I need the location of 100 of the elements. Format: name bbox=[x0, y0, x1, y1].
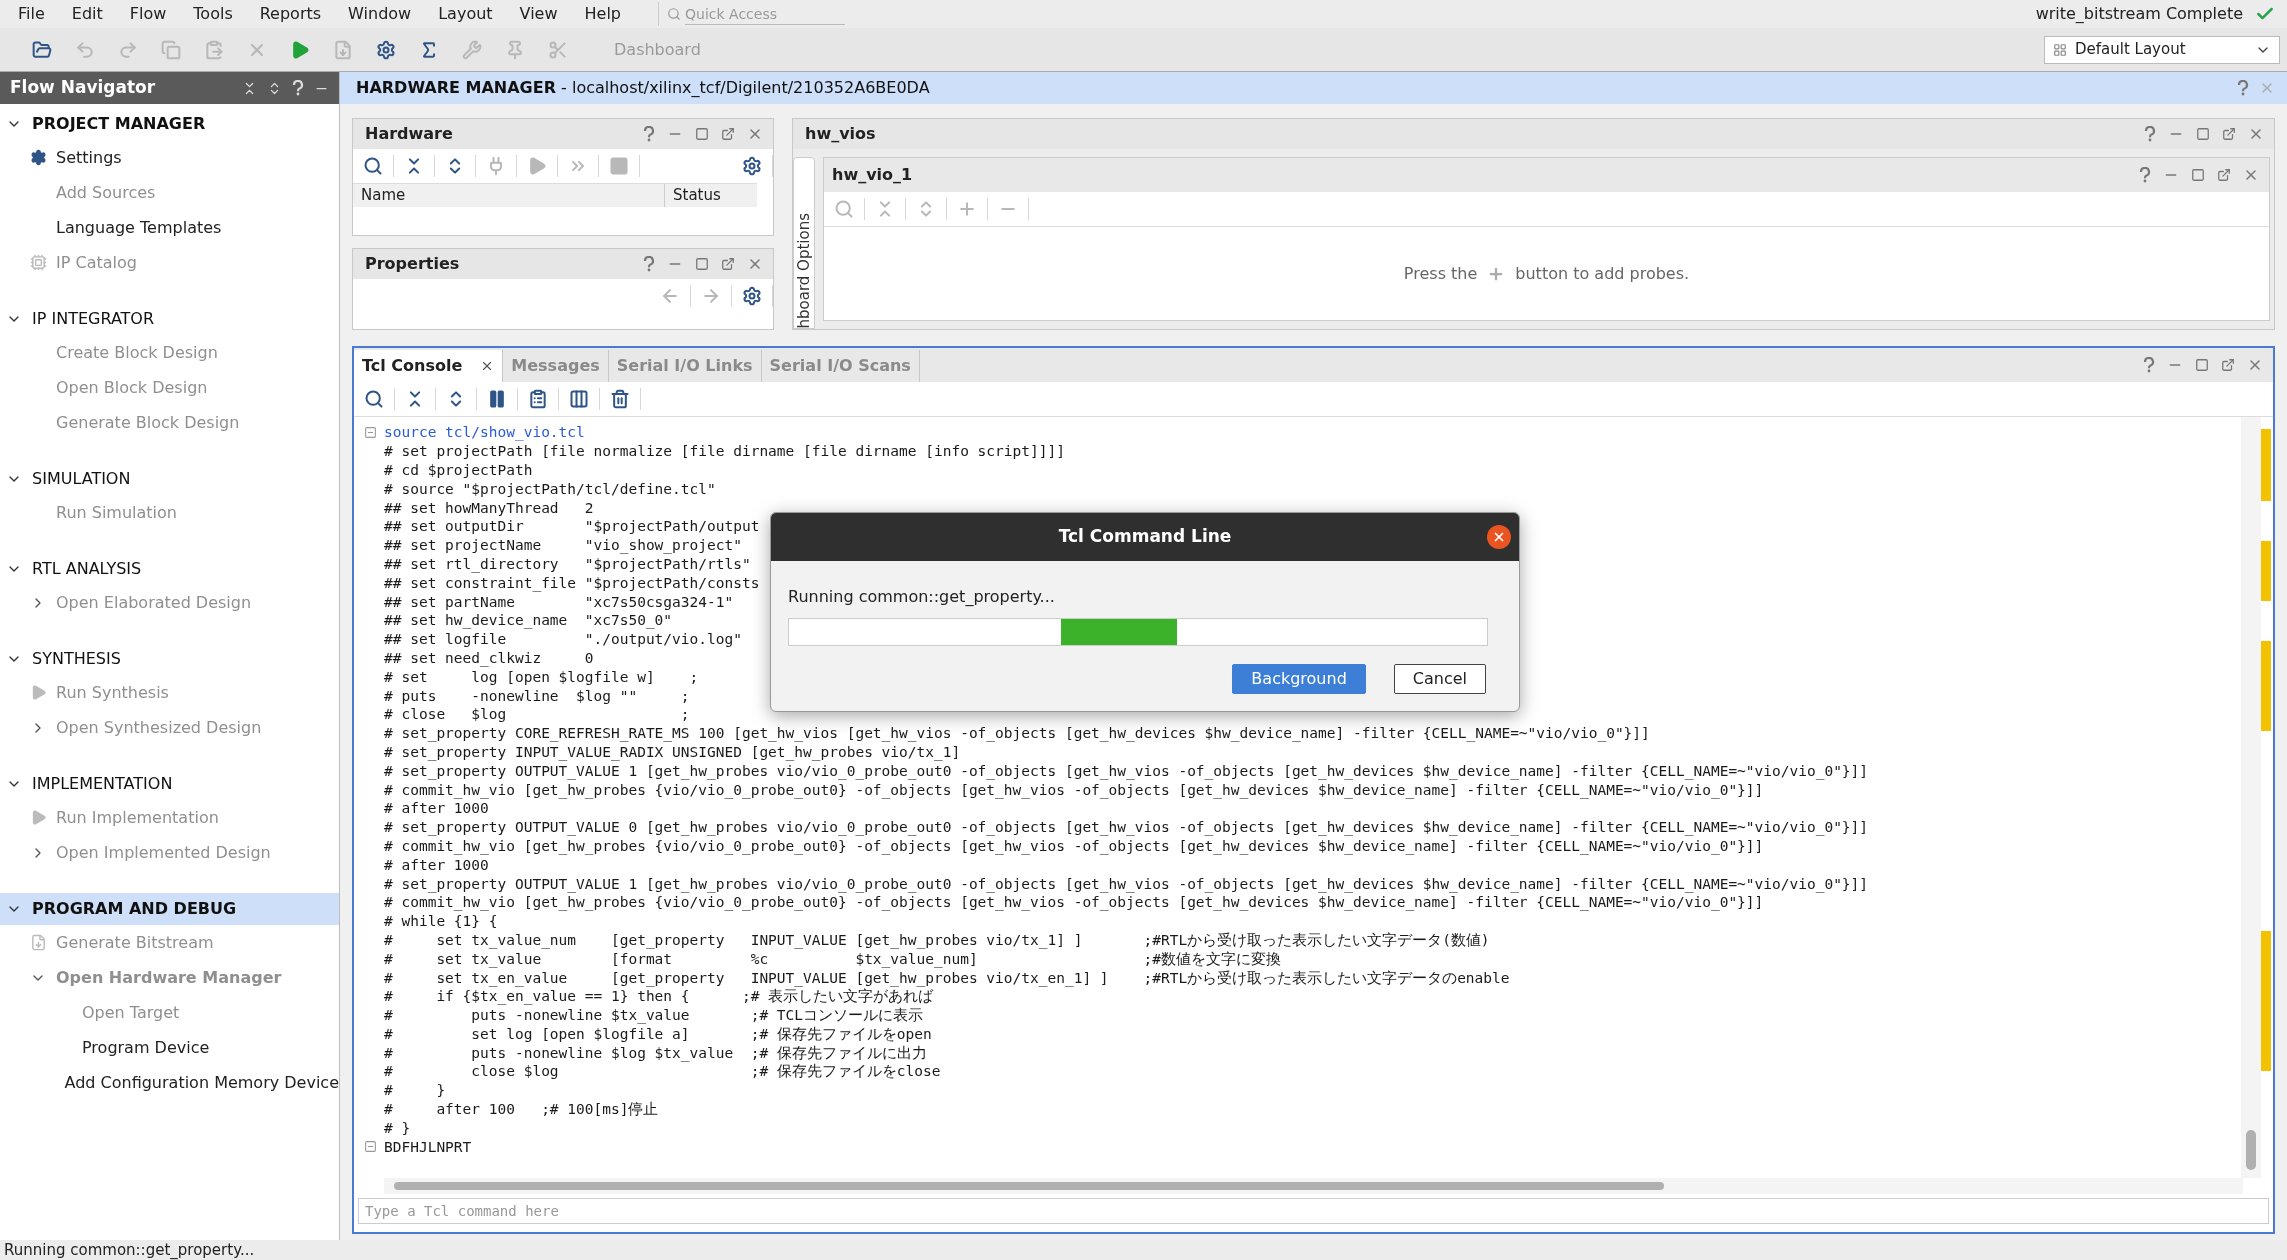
console-line: # } bbox=[384, 1118, 411, 1137]
nav-section-header[interactable]: RTL ANALYSIS bbox=[0, 553, 339, 585]
float-icon[interactable] bbox=[2221, 358, 2235, 372]
help-icon[interactable] bbox=[2237, 80, 2249, 96]
status-text: Running common::get_property... bbox=[4, 1239, 255, 1260]
float-icon[interactable] bbox=[721, 127, 735, 141]
panel-title: Properties bbox=[365, 253, 460, 275]
console-line: # set_property OUTPUT_VALUE 0 [get_hw_probes vio/vio_0_probe_out0 -of_objects [get_hw_vios -of_objects [get_hw_devices $hw_device_name] -filter {CELL_NAME=~"vio/vio_0"}]] bbox=[384, 818, 1869, 837]
horizontal-scrollbar[interactable] bbox=[384, 1178, 2243, 1194]
close-icon[interactable] bbox=[2248, 126, 2264, 142]
help-icon[interactable] bbox=[2144, 126, 2156, 142]
console-tab[interactable]: Tcl Console bbox=[354, 350, 504, 382]
console-line: # set tx_value [format %c $tx_value_num] ;#数値を文字に変換 bbox=[384, 949, 1281, 968]
close-icon[interactable] bbox=[2243, 167, 2259, 183]
console-line: ## set howManyThread 2 bbox=[384, 498, 594, 517]
pause-icon[interactable] bbox=[487, 389, 507, 409]
dialog-button[interactable]: Cancel bbox=[1393, 664, 1486, 694]
column-header[interactable]: Status bbox=[665, 184, 757, 207]
search-icon[interactable] bbox=[364, 389, 384, 409]
maximize-icon[interactable] bbox=[2195, 358, 2209, 372]
help-icon[interactable] bbox=[643, 126, 655, 142]
section-label: IMPLEMENTATION bbox=[32, 773, 173, 795]
console-line: # close $log ; bbox=[384, 705, 690, 724]
panel-title: Hardware bbox=[365, 123, 453, 145]
command-input[interactable]: Type a Tcl command here bbox=[358, 1198, 2269, 1224]
nav-section-header[interactable]: SYNTHESIS bbox=[0, 643, 339, 675]
tab-label: Messages bbox=[511, 355, 600, 377]
nav-section-header[interactable]: PROJECT MANAGER bbox=[0, 108, 339, 140]
float-icon[interactable] bbox=[2217, 168, 2231, 182]
float-icon[interactable] bbox=[2222, 127, 2236, 141]
side-tab[interactable]: hboard Options bbox=[793, 157, 815, 329]
console-line: source tcl/show_vio.tcl bbox=[384, 423, 585, 442]
console-line: # while {1} { bbox=[384, 912, 498, 931]
build-status: write_bitstream Complete bbox=[2035, 3, 2243, 25]
maximize-icon[interactable] bbox=[2191, 168, 2205, 182]
menu-item[interactable]: View bbox=[519, 2, 558, 26]
close-icon[interactable] bbox=[2247, 357, 2263, 373]
layout-dropdown[interactable]: Default Layout bbox=[2044, 35, 2280, 64]
tab-label: Serial I/O Scans bbox=[769, 355, 911, 377]
section-label: RTL ANALYSIS bbox=[32, 558, 142, 580]
play-icon bbox=[30, 809, 47, 826]
trash-icon[interactable] bbox=[610, 389, 630, 409]
maximize-icon[interactable] bbox=[695, 257, 709, 271]
panel-title: hw_vio_1 bbox=[832, 164, 913, 186]
folder-icon[interactable] bbox=[31, 39, 52, 60]
chip-icon bbox=[30, 254, 47, 271]
dialog-message: Running common::get_property... bbox=[788, 586, 1056, 608]
close-icon[interactable] bbox=[747, 126, 763, 142]
search-icon[interactable] bbox=[363, 156, 383, 176]
console-line: # commit_hw_vio [get_hw_probes {vio/vio_0_probe_out0} -of_objects [get_hw_vios -of_objects [get_hw_devices $hw_device_name] -filter {CELL_NAME=~"vio/vio_0"}]] bbox=[384, 893, 1764, 912]
menu-item[interactable]: Help bbox=[584, 2, 622, 26]
column-header[interactable]: Name bbox=[353, 184, 665, 207]
settings-icon[interactable] bbox=[375, 39, 396, 60]
console-line: # commit_hw_vio [get_hw_probes {vio/vio_0_probe_out0} -of_objects [get_hw_vios -of_objects [get_hw_devices $hw_device_name] -filter {CELL_NAME=~"vio/vio_0"}]] bbox=[384, 836, 1764, 855]
maximize-icon[interactable] bbox=[2196, 127, 2210, 141]
help-icon[interactable] bbox=[2139, 167, 2151, 183]
menu-item[interactable]: Edit bbox=[71, 2, 103, 26]
console-line: # set log [open $logfile a] ;# 保存先ファイルをopen bbox=[384, 1024, 932, 1043]
vertical-scrollbar[interactable] bbox=[2241, 417, 2273, 1178]
nav-section-header[interactable]: SIMULATION bbox=[0, 463, 339, 495]
console-line: # after 1000 bbox=[384, 855, 489, 874]
console-line: # set projectPath [file normalize [file dirname [file dirname [info script]]]] bbox=[384, 442, 1065, 461]
help-icon[interactable] bbox=[2143, 357, 2155, 373]
columns-icon[interactable] bbox=[569, 389, 589, 409]
help-icon[interactable] bbox=[292, 80, 304, 96]
console-line: ## set hw_device_name "xc7s50_0" bbox=[384, 611, 673, 630]
console-line: # set_property OUTPUT_VALUE 1 [get_hw_probes vio/vio_0_probe_out0 -of_objects [get_hw_vios -of_objects [get_hw_devices $hw_device_name] -filter {CELL_NAME=~"vio/vio_0"}]] bbox=[384, 761, 1869, 780]
menu-item[interactable]: Window bbox=[348, 2, 412, 26]
menu-item[interactable]: File bbox=[18, 2, 45, 26]
help-icon[interactable] bbox=[643, 256, 655, 272]
quick-access-field[interactable]: Quick Access bbox=[685, 3, 846, 25]
nav-section-header[interactable]: IP INTEGRATOR bbox=[0, 303, 339, 335]
menu-item[interactable]: Tools bbox=[193, 2, 233, 26]
menu-item[interactable]: Reports bbox=[259, 2, 322, 26]
nav-item[interactable]: Settings bbox=[56, 145, 122, 170]
console-line: ## set rtl_directory "$projectPath/rtls" bbox=[384, 554, 751, 573]
dialog-button[interactable]: Background bbox=[1232, 664, 1366, 694]
dialog-title: Tcl Command Line bbox=[1058, 525, 1232, 549]
close-icon[interactable] bbox=[747, 256, 763, 272]
nav-section-header[interactable]: IMPLEMENTATION bbox=[0, 768, 339, 800]
page-title: HARDWARE MANAGER - localhost/xilinx_tcf/Digilent/210352A6BE0DA bbox=[356, 77, 930, 99]
clipboard-icon[interactable] bbox=[528, 389, 548, 409]
maximize-icon[interactable] bbox=[695, 127, 709, 141]
float-icon[interactable] bbox=[721, 257, 735, 271]
nav-section-header[interactable]: PROGRAM AND DEBUG bbox=[0, 893, 339, 925]
console-line: # set tx_value_num [get_property INPUT_VALUE [get_hw_probes vio/tx_1] ] ;#RTLから受け取った表示したい文字データ(数値) bbox=[384, 930, 1490, 949]
console-line: # set_property OUTPUT_VALUE 1 [get_hw_probes vio/vio_0_probe_out0 -of_objects [get_hw_vios -of_objects [get_hw_devices $hw_device_name] -filter {CELL_NAME=~"vio/vio_0"}]] bbox=[384, 874, 1869, 893]
play-icon bbox=[30, 684, 47, 701]
settings-icon[interactable] bbox=[742, 286, 762, 306]
menu-item[interactable]: Layout bbox=[438, 2, 493, 26]
settings-icon[interactable] bbox=[742, 156, 762, 176]
fold-icon[interactable] bbox=[364, 425, 377, 439]
console-line: ## set outputDir "$projectPath/output bbox=[384, 517, 760, 536]
menu-item[interactable]: Flow bbox=[129, 2, 167, 26]
console-line: # source "$projectPath/tcl/define.tcl" bbox=[384, 479, 716, 498]
panel-title: hw_vios bbox=[805, 123, 876, 145]
close-button[interactable] bbox=[1487, 525, 1511, 549]
nav-item[interactable]: Language Templates bbox=[56, 215, 222, 240]
tab-label: Serial I/O Links bbox=[616, 355, 753, 377]
fold-icon[interactable] bbox=[364, 1140, 377, 1154]
